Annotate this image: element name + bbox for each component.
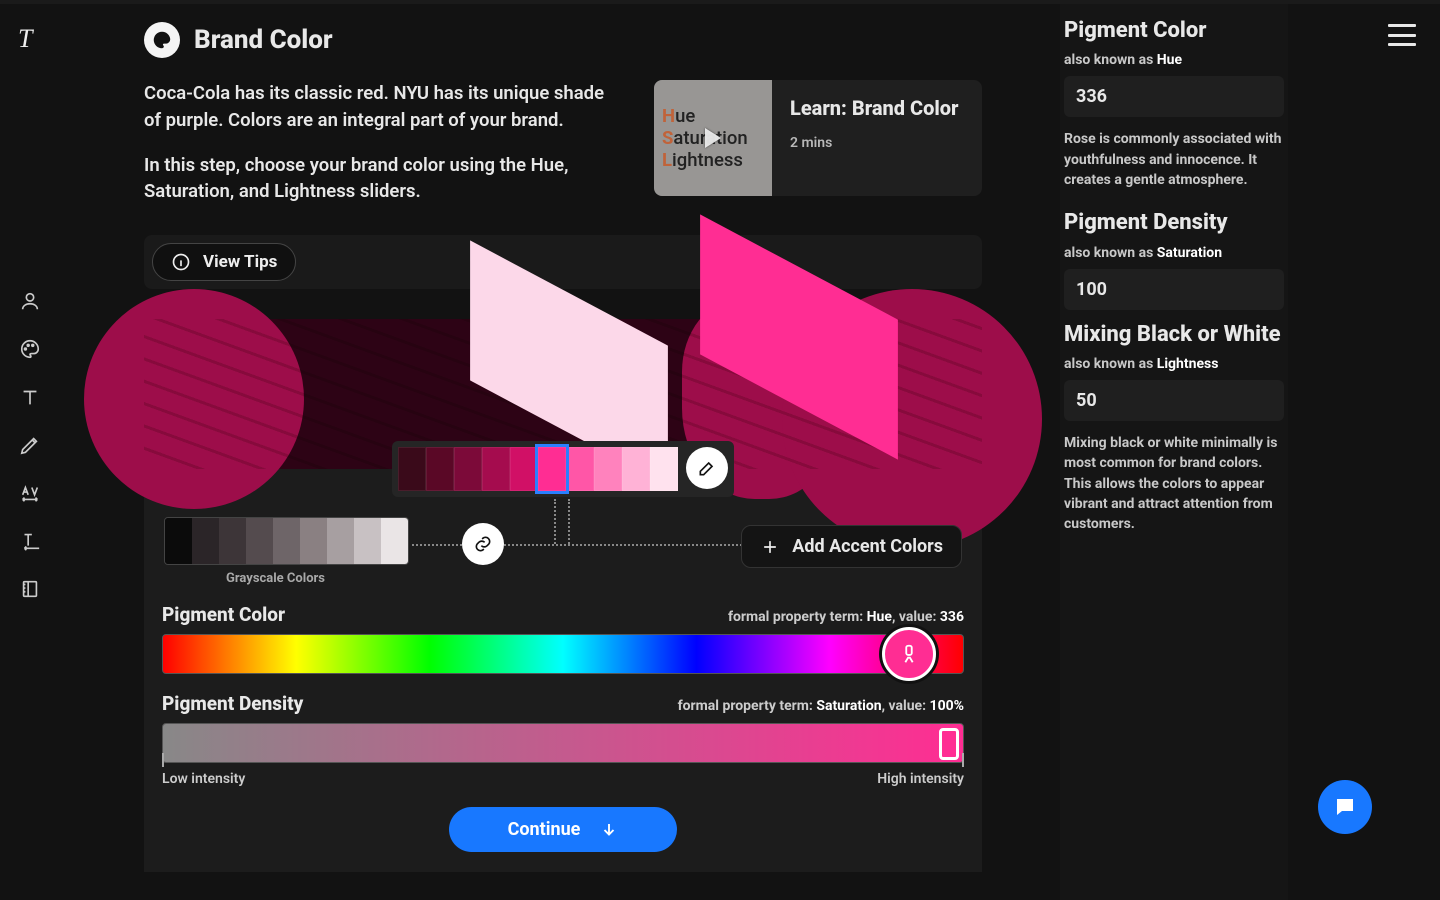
learn-card[interactable]: Hue Saturation Lightness Learn: Brand Co… [654,80,982,196]
video-thumbnail[interactable]: Hue Saturation Lightness [654,80,772,196]
rp-sat-sub: also known as Saturation [1064,245,1284,261]
arrow-down-icon [600,821,618,839]
continue-button[interactable]: Continue [449,807,677,852]
grayscale-swatch[interactable] [300,518,327,564]
brand-swatch[interactable] [622,447,650,491]
view-tips-button[interactable]: View Tips [152,243,296,281]
preview-card-brand [684,267,914,407]
hue-slider-track[interactable] [162,634,964,674]
grayscale-swatch[interactable] [327,518,354,564]
brand-swatch[interactable] [454,447,482,491]
grayscale-swatch[interactable] [273,518,300,564]
lightness-description: Mixing black or white minimally is most … [1064,433,1284,534]
high-intensity-label: High intensity [877,771,964,787]
brand-swatch[interactable] [482,447,510,491]
thumb-light-label: Lightness [662,149,772,171]
right-panel: Pigment Color also known as Hue 336 Rose… [1060,4,1288,900]
hue-slider-title: Pigment Color [162,603,285,626]
rp-hue-title: Pigment Color [1064,18,1284,44]
nav-text-icon[interactable] [19,386,41,412]
main-content: Brand Color Coca-Cola has its classic re… [144,12,982,872]
nav-profile-icon[interactable] [19,290,41,316]
learn-duration: 2 mins [790,135,958,151]
brand-swatch[interactable] [566,447,594,491]
chat-fab[interactable] [1318,780,1372,834]
grayscale-swatch[interactable] [381,518,408,564]
saturation-slider-handle[interactable] [939,728,959,760]
continue-label: Continue [508,819,581,840]
grayscale-swatch[interactable] [219,518,246,564]
nav-kerning-icon[interactable] [19,482,41,508]
info-icon [171,252,191,272]
hue-slider-handle[interactable] [882,627,936,681]
brand-swatch[interactable] [538,447,566,491]
preview-area: Grayscale Colors Add Accent Colors Pigme… [144,319,982,872]
saturation-slider-meta: formal property term: Saturation, value:… [678,698,964,714]
preview-hero [144,319,982,469]
grayscale-swatch[interactable] [192,518,219,564]
hamburger-menu-icon[interactable] [1388,24,1416,46]
preview-card-light [454,293,684,433]
hue-description: Rose is commonly associated with youthfu… [1064,129,1284,190]
edit-swatch-button[interactable] [686,447,728,489]
grayscale-swatch[interactable] [354,518,381,564]
page-title: Brand Color [194,25,333,55]
brand-swatch[interactable] [594,447,622,491]
saturation-slider-track[interactable] [162,723,964,763]
nav-book-icon[interactable] [19,578,41,604]
play-icon[interactable] [705,128,721,148]
brand-swatch[interactable] [650,447,678,491]
grayscale-label: Grayscale Colors [226,571,325,586]
saturation-input[interactable]: 100 [1064,269,1284,310]
nav-palette-icon[interactable] [19,338,41,364]
rp-light-sub: also known as Lightness [1064,356,1284,372]
thumb-hue-label: Hue [662,105,772,127]
brand-swatch-row [392,441,734,497]
palette-icon [144,22,180,58]
brand-swatch[interactable] [398,447,426,491]
intro-p1: Coca-Cola has its classic red. NYU has i… [144,80,624,134]
brand-swatch[interactable] [510,447,538,491]
hue-input[interactable]: 336 [1064,76,1284,117]
nav-pen-icon[interactable] [19,434,41,460]
left-nav-rail [0,290,60,604]
low-intensity-label: Low intensity [162,771,245,787]
link-icon[interactable] [462,523,504,565]
rp-hue-sub: also known as Hue [1064,52,1284,68]
rp-sat-title: Pigment Density [1064,210,1284,236]
lightness-input[interactable]: 50 [1064,380,1284,421]
cursor-hand-icon [898,643,920,665]
view-tips-label: View Tips [203,252,277,272]
saturation-slider-title: Pigment Density [162,692,303,715]
grayscale-swatch-row[interactable] [164,517,409,565]
learn-title: Learn: Brand Color [790,96,958,121]
chat-icon [1333,795,1357,819]
add-accent-label: Add Accent Colors [792,536,943,557]
intro-text: Coca-Cola has its classic red. NYU has i… [144,80,624,205]
grayscale-swatch[interactable] [246,518,273,564]
add-accent-button[interactable]: Add Accent Colors [741,525,962,568]
nav-textstyle-icon[interactable] [19,530,41,556]
app-logo[interactable]: T [18,24,32,54]
hue-slider-meta: formal property term: Hue, value: 336 [728,609,964,625]
grayscale-swatch[interactable] [165,518,192,564]
rp-light-title: Mixing Black or White [1064,322,1284,348]
plus-icon [760,537,780,557]
brand-swatch[interactable] [426,447,454,491]
intro-p2: In this step, choose your brand color us… [144,152,624,206]
